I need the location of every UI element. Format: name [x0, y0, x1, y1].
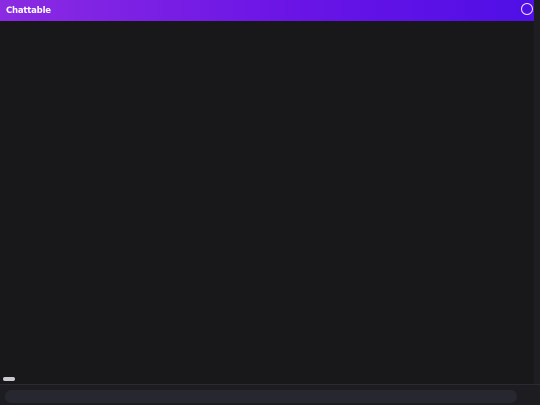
scroll-handle[interactable] [3, 377, 15, 381]
chat-header: Chattable [0, 0, 534, 21]
chat-app: Chattable [0, 0, 540, 405]
message-input[interactable] [5, 394, 517, 405]
scrollbar-track[interactable] [534, 0, 540, 384]
circle-icon[interactable] [521, 3, 533, 15]
app-title: Chattable [6, 5, 51, 16]
message-input-container [5, 390, 517, 405]
message-list[interactable] [0, 21, 534, 384]
composer-bar [0, 384, 540, 405]
